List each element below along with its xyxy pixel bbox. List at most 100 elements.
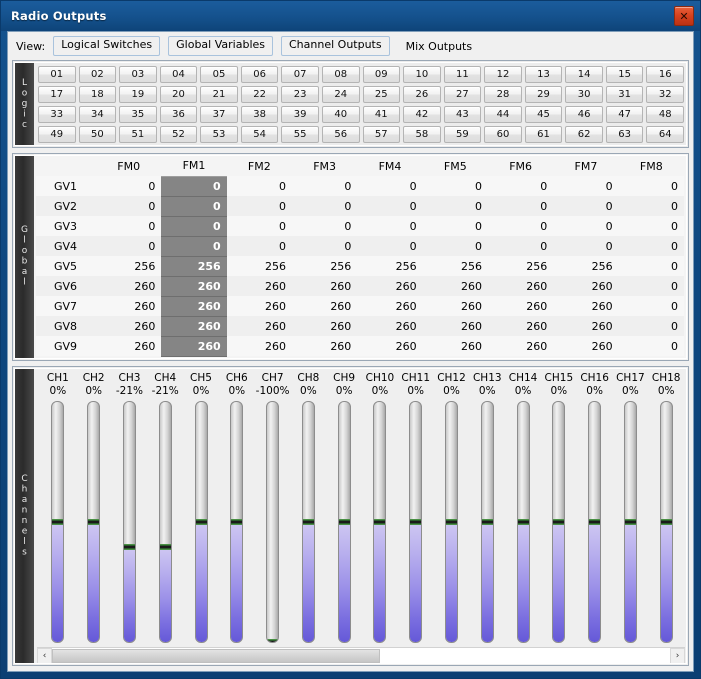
table-cell[interactable]: 256 (96, 256, 162, 276)
scroll-left-icon[interactable]: ‹ (37, 648, 52, 664)
logic-switch-button[interactable]: 50 (78, 126, 117, 143)
table-cell[interactable]: 260 (553, 336, 619, 356)
table-cell[interactable]: 260 (487, 336, 554, 356)
table-cell[interactable]: 0 (96, 176, 162, 196)
table-cell[interactable]: 0 (291, 236, 358, 256)
table-cell[interactable]: 260 (291, 336, 358, 356)
logic-switch-button[interactable]: 40 (321, 106, 360, 123)
logic-switch-button[interactable]: 01 (38, 66, 76, 83)
table-cell[interactable]: 260 (422, 276, 488, 296)
logic-switch-button[interactable]: 07 (281, 66, 319, 83)
table-cell[interactable]: 260 (357, 296, 423, 316)
table-cell-selected[interactable]: 0 (161, 175, 227, 197)
logic-switch-button[interactable]: 42 (403, 106, 441, 123)
channel-gauge[interactable] (301, 400, 315, 643)
logic-switch-button[interactable]: 17 (38, 86, 76, 103)
table-cell[interactable]: 260 (226, 296, 292, 316)
table-cell[interactable]: 0 (96, 236, 162, 256)
table-cell[interactable]: 0 (226, 216, 292, 236)
table-cell[interactable]: 0 (291, 216, 358, 236)
logic-section-tab[interactable]: Logic (14, 62, 34, 146)
table-cell[interactable]: 0 (553, 236, 619, 256)
channel-gauge[interactable] (87, 400, 101, 643)
table-cell[interactable]: 0 (618, 276, 684, 296)
table-cell[interactable]: 260 (96, 276, 162, 296)
logic-switch-button[interactable]: 56 (321, 126, 360, 143)
table-cell[interactable]: 0 (553, 216, 619, 236)
logic-switch-button[interactable]: 19 (119, 86, 157, 103)
table-cell[interactable]: 260 (291, 276, 358, 296)
logic-switch-button[interactable]: 16 (646, 66, 684, 83)
table-cell[interactable]: 256 (357, 256, 423, 276)
table-cell[interactable]: 0 (226, 176, 292, 196)
logic-switch-button[interactable]: 59 (443, 126, 482, 143)
logic-switch-button[interactable]: 54 (240, 126, 279, 143)
channel-gauge[interactable] (588, 400, 602, 643)
logic-switch-button[interactable]: 28 (484, 86, 522, 103)
channel-gauge[interactable] (409, 400, 423, 643)
table-cell[interactable]: 260 (422, 296, 488, 316)
logic-switch-button[interactable]: 23 (281, 86, 319, 103)
channel-gauge[interactable] (623, 400, 637, 643)
table-cell[interactable]: 0 (357, 216, 423, 236)
column-header-fm4[interactable]: FM4 (357, 156, 423, 176)
logic-switch-button[interactable]: 62 (565, 126, 603, 143)
table-cell[interactable]: 0 (553, 176, 619, 196)
table-cell[interactable]: 260 (291, 316, 358, 336)
table-cell[interactable]: 260 (226, 276, 292, 296)
logic-switch-button[interactable]: 44 (484, 106, 522, 123)
table-cell[interactable]: 0 (96, 196, 162, 216)
table-cell[interactable]: 0 (618, 176, 684, 196)
logic-switch-button[interactable]: 52 (159, 126, 198, 143)
table-cell[interactable]: 256 (226, 256, 292, 276)
table-cell-selected[interactable]: 0 (161, 235, 227, 257)
view-button-global-variables[interactable]: Global Variables (168, 36, 273, 56)
table-cell[interactable]: 0 (357, 236, 423, 256)
table-cell[interactable]: 260 (357, 316, 423, 336)
table-cell[interactable]: 260 (96, 336, 162, 356)
table-cell[interactable]: 260 (96, 296, 162, 316)
logic-switch-button[interactable]: 27 (443, 86, 482, 103)
logic-switch-button[interactable]: 55 (281, 126, 319, 143)
logic-switch-button[interactable]: 37 (200, 106, 238, 123)
column-header-fm7[interactable]: FM7 (553, 156, 619, 176)
logic-switch-button[interactable]: 02 (78, 66, 117, 83)
table-cell[interactable]: 0 (618, 296, 684, 316)
logic-switch-button[interactable]: 15 (605, 66, 644, 83)
table-cell[interactable]: 260 (487, 296, 554, 316)
table-cell[interactable]: 260 (226, 316, 292, 336)
column-header-fm2[interactable]: FM2 (226, 156, 292, 176)
table-cell[interactable]: 0 (291, 176, 358, 196)
table-cell[interactable]: 0 (422, 236, 488, 256)
table-cell[interactable]: 0 (487, 216, 554, 236)
table-cell-selected[interactable]: 0 (161, 195, 227, 217)
table-cell-selected[interactable]: 260 (161, 335, 227, 357)
logic-switch-button[interactable]: 39 (281, 106, 319, 123)
logic-switch-button[interactable]: 60 (484, 126, 522, 143)
table-cell[interactable]: 0 (422, 196, 488, 216)
logic-switch-button[interactable]: 20 (159, 86, 198, 103)
table-cell[interactable]: 0 (487, 196, 554, 216)
logic-switch-button[interactable]: 36 (159, 106, 198, 123)
logic-switch-button[interactable]: 48 (646, 106, 684, 123)
logic-switch-button[interactable]: 57 (362, 126, 401, 143)
logic-switch-button[interactable]: 51 (119, 126, 157, 143)
channel-gauge[interactable] (51, 400, 65, 643)
channels-section-tab[interactable]: Channels (14, 367, 34, 664)
logic-switch-button[interactable]: 35 (119, 106, 157, 123)
table-cell[interactable]: 0 (553, 196, 619, 216)
table-cell[interactable]: 260 (357, 276, 423, 296)
logic-switch-button[interactable]: 31 (605, 86, 644, 103)
logic-switch-button[interactable]: 26 (403, 86, 441, 103)
table-cell[interactable]: 0 (422, 176, 488, 196)
table-cell-selected[interactable]: 260 (161, 315, 227, 337)
table-cell[interactable]: 260 (553, 296, 619, 316)
logic-switch-button[interactable]: 14 (565, 66, 603, 83)
table-cell[interactable]: 0 (226, 196, 292, 216)
logic-switch-button[interactable]: 49 (38, 126, 76, 143)
logic-switch-button[interactable]: 43 (443, 106, 482, 123)
table-cell[interactable]: 0 (618, 316, 684, 336)
view-item-mix-outputs[interactable]: Mix Outputs (400, 38, 479, 55)
close-icon[interactable]: ✕ (674, 6, 694, 26)
table-cell[interactable]: 0 (487, 236, 554, 256)
